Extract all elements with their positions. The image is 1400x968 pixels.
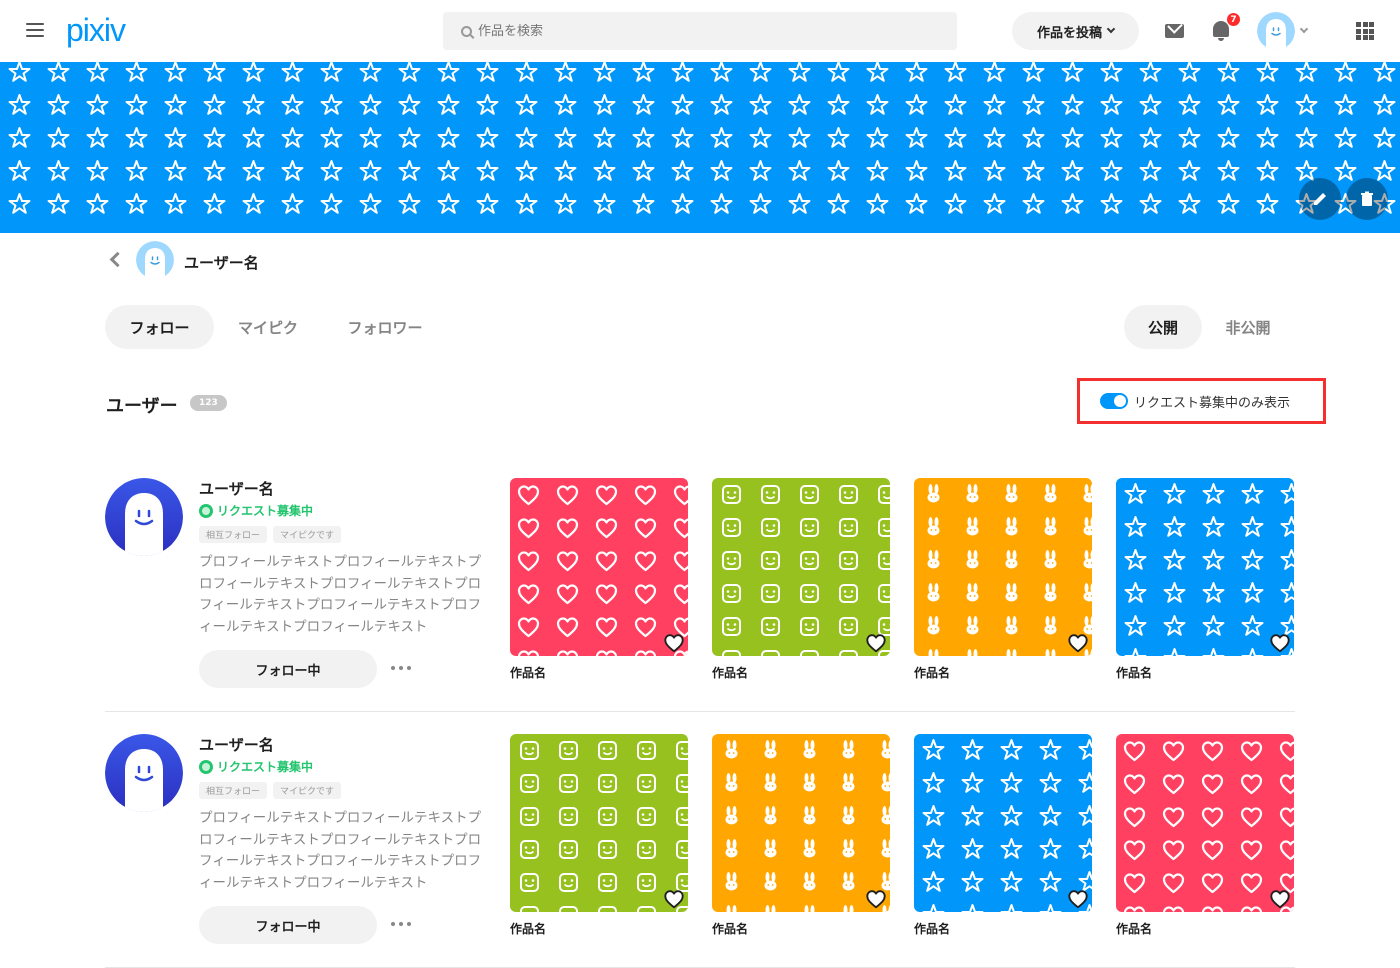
search-bar[interactable]: [443, 12, 957, 50]
work-title[interactable]: 作品名: [712, 664, 890, 681]
work-item[interactable]: 作品名: [712, 734, 890, 937]
request-label: リクエスト募集中: [217, 760, 314, 774]
work-title[interactable]: 作品名: [510, 920, 688, 937]
work-thumbnail[interactable]: [914, 734, 1092, 912]
request-icon: [199, 503, 213, 518]
tag-mypixiv: マイピクです: [273, 526, 342, 543]
tab-mypixiv[interactable]: マイピク: [222, 305, 314, 349]
work-thumbnail[interactable]: [1116, 734, 1294, 912]
work-title[interactable]: 作品名: [914, 920, 1092, 937]
chevron-down-icon: [1106, 24, 1116, 34]
work-thumbnail[interactable]: [914, 478, 1092, 656]
notification-badge: 7: [1226, 12, 1241, 27]
profile-name[interactable]: ユーザー名: [184, 252, 259, 273]
work-thumbnail[interactable]: [1116, 478, 1294, 656]
back-chevron-icon[interactable]: [109, 251, 126, 268]
heart-icon[interactable]: [865, 888, 887, 910]
work-thumbnail[interactable]: [712, 478, 890, 656]
relation-tags: 相互フォロー マイピクです: [199, 526, 342, 543]
relation-tags: 相互フォロー マイピクです: [199, 782, 342, 799]
work-title[interactable]: 作品名: [712, 920, 890, 937]
tag-mutual: 相互フォロー: [199, 526, 268, 543]
post-work-label: 作品を投稿: [1036, 25, 1102, 41]
pencil-icon: [1314, 193, 1326, 205]
heart-icon[interactable]: [1269, 888, 1291, 910]
header-avatar[interactable]: [1257, 12, 1295, 50]
avatar[interactable]: [105, 734, 183, 812]
search-icon: [461, 25, 472, 37]
heart-icon[interactable]: [865, 632, 887, 654]
following-button[interactable]: フォロー中: [199, 906, 377, 944]
work-title[interactable]: 作品名: [510, 664, 688, 681]
edit-cover-button[interactable]: [1299, 178, 1341, 220]
cover-image: [0, 62, 1400, 233]
user-name[interactable]: ユーザー名: [199, 734, 274, 755]
trash-icon: [1361, 191, 1373, 206]
profile-description: プロフィールテキストプロフィールテキストプロフィールテキストプロフィールテキスト…: [199, 810, 482, 891]
avatar[interactable]: [136, 241, 174, 279]
search-input[interactable]: [478, 23, 878, 39]
heart-icon[interactable]: [1067, 888, 1089, 910]
request-status: リクエスト募集中: [199, 758, 313, 775]
work-title[interactable]: 作品名: [1116, 664, 1294, 681]
menu-icon[interactable]: [26, 23, 44, 37]
user-card: ユーザー名 リクエスト募集中 相互フォロー マイピクです プロフィールテキストプ…: [105, 734, 1295, 968]
apps-grid-icon[interactable]: [1356, 22, 1374, 40]
work-item[interactable]: 作品名: [1116, 478, 1294, 681]
filter-label: リクエスト募集中のみ表示: [1134, 395, 1291, 411]
tab-followers[interactable]: フォロワー: [330, 305, 440, 349]
work-thumbnail[interactable]: [510, 478, 688, 656]
toggle-switch[interactable]: [1100, 393, 1128, 409]
request-filter-toggle[interactable]: リクエスト募集中のみ表示: [1077, 378, 1326, 424]
more-options-icon[interactable]: [391, 660, 411, 676]
works-list: 作品名 作品名 作品名 作品名: [510, 478, 1294, 681]
mail-icon[interactable]: [1165, 24, 1184, 38]
chevron-down-icon[interactable]: [1299, 24, 1309, 34]
work-item[interactable]: 作品名: [510, 734, 688, 937]
tab-follow[interactable]: フォロー: [105, 305, 214, 349]
heart-icon[interactable]: [663, 888, 685, 910]
works-list: 作品名 作品名 作品名 作品名: [510, 734, 1294, 937]
work-thumbnail[interactable]: [712, 734, 890, 912]
user-name[interactable]: ユーザー名: [199, 478, 274, 499]
divider: [105, 711, 1295, 712]
delete-cover-button[interactable]: [1346, 178, 1388, 220]
following-button[interactable]: フォロー中: [199, 650, 377, 688]
request-label: リクエスト募集中: [217, 504, 314, 518]
request-icon: [199, 759, 213, 774]
tab-public[interactable]: 公開: [1124, 305, 1202, 349]
work-thumbnail[interactable]: [510, 734, 688, 912]
request-status: リクエスト募集中: [199, 502, 313, 519]
heart-icon[interactable]: [663, 632, 685, 654]
user-card: ユーザー名 リクエスト募集中 相互フォロー マイピクです プロフィールテキストプ…: [105, 478, 1295, 734]
avatar[interactable]: [105, 478, 183, 556]
work-title[interactable]: 作品名: [914, 664, 1092, 681]
pixiv-logo[interactable]: pixiv: [66, 12, 126, 49]
work-item[interactable]: 作品名: [510, 478, 688, 681]
work-item[interactable]: 作品名: [914, 478, 1092, 681]
profile-description: プロフィールテキストプロフィールテキストプロフィールテキストプロフィールテキスト…: [199, 554, 482, 635]
section-title: ユーザー: [106, 396, 178, 417]
heart-icon[interactable]: [1067, 632, 1089, 654]
tag-mutual: 相互フォロー: [199, 782, 268, 799]
tab-private[interactable]: 非公開: [1208, 305, 1288, 349]
work-item[interactable]: 作品名: [712, 478, 890, 681]
work-item[interactable]: 作品名: [1116, 734, 1294, 937]
post-work-button[interactable]: 作品を投稿: [1012, 12, 1139, 50]
global-header: pixiv 作品を投稿 7: [0, 0, 1400, 62]
work-title[interactable]: 作品名: [1116, 920, 1294, 937]
count-badge: 123: [190, 395, 227, 411]
heart-icon[interactable]: [1269, 632, 1291, 654]
work-item[interactable]: 作品名: [914, 734, 1092, 937]
more-options-icon[interactable]: [391, 916, 411, 932]
tag-mypixiv: マイピクです: [273, 782, 342, 799]
